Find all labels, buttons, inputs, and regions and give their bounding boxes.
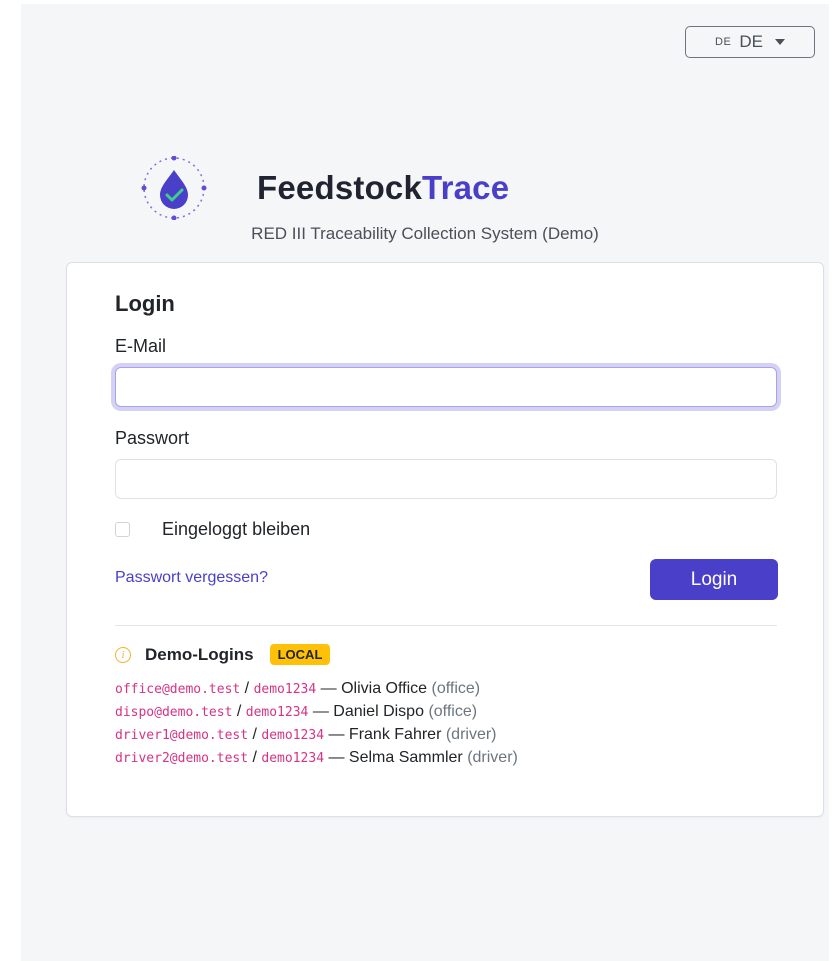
brand-name-main: Feedstock [257, 169, 423, 206]
email-field[interactable] [115, 367, 777, 407]
language-label: DE [739, 32, 763, 51]
list-item: office@demo.test / demo1234 — Olivia Off… [115, 680, 481, 697]
brand-name: FeedstockTrace [257, 169, 509, 207]
tagline: RED III Traceability Collection System (… [251, 224, 599, 243]
list-item: driver2@demo.test / demo1234 — Selma Sam… [115, 749, 518, 766]
login-button[interactable]: Login [650, 559, 778, 600]
demo-logins-title: Demo-Logins [145, 644, 254, 664]
login-card: Login E-Mail Passwort Eingeloggt bleiben… [66, 262, 824, 817]
demo-email: dispo@demo.test [115, 705, 233, 720]
demo-email: driver2@demo.test [115, 751, 249, 766]
demo-password: demo1234 [261, 751, 325, 766]
demo-password: demo1234 [245, 705, 309, 720]
demo-password: demo1234 [261, 728, 325, 743]
demo-name: Frank Fahrer [348, 726, 442, 743]
drop-check-logo-icon [141, 156, 207, 220]
demo-password: demo1234 [253, 682, 317, 697]
demo-name: Olivia Office [341, 680, 428, 697]
demo-role: (office) [428, 703, 478, 720]
local-badge: LOCAL [269, 644, 331, 665]
remember-label[interactable]: Eingeloggt bleiben [162, 519, 310, 540]
brand-name-accent: Trace [422, 169, 510, 206]
login-title: Login [115, 291, 175, 316]
demo-name: Daniel Dispo [333, 703, 424, 720]
list-item: driver1@demo.test / demo1234 — Frank Fah… [115, 726, 497, 743]
demo-email: office@demo.test [115, 682, 241, 697]
remember-checkbox[interactable] [115, 522, 130, 537]
demo-accounts-list: office@demo.test / demo1234 — Olivia Off… [115, 678, 765, 770]
demo-role: (driver) [445, 726, 497, 743]
password-field[interactable] [115, 459, 777, 499]
demo-email: driver1@demo.test [115, 728, 249, 743]
caret-down-icon [774, 39, 785, 45]
login-page: DE DE FeedstockTrace RED III Traceabilit… [21, 4, 829, 961]
flag-de-icon: DE [715, 36, 732, 48]
divider [115, 625, 777, 626]
brand-header: FeedstockTrace [127, 156, 509, 220]
demo-role: (office) [431, 680, 481, 697]
info-icon: i [115, 646, 131, 663]
forgot-password-link[interactable]: Passwort vergessen? [115, 569, 268, 587]
language-dropdown[interactable]: DE DE [685, 26, 815, 58]
demo-role: (driver) [467, 749, 518, 766]
email-label: E-Mail [115, 336, 167, 356]
demo-logins-header: i Demo-Logins LOCAL [115, 644, 331, 665]
demo-name: Selma Sammler [348, 749, 463, 766]
password-label: Passwort [115, 428, 190, 448]
list-item: dispo@demo.test / demo1234 — Daniel Disp… [115, 703, 478, 720]
